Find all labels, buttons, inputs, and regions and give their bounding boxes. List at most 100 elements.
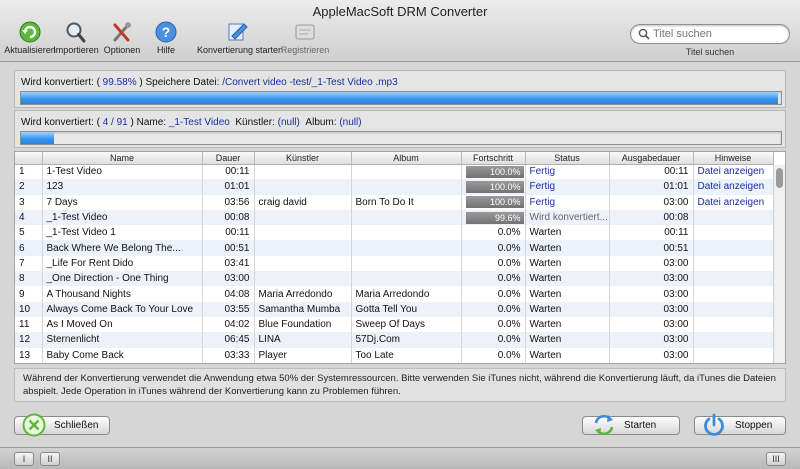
show-file-link[interactable]: Datei anzeigen <box>693 179 774 195</box>
start-button[interactable]: Starten <box>582 414 680 436</box>
file-progress-prefix: Wird konvertiert: ( <box>21 77 100 88</box>
total-progress-name-label: ) Name: <box>127 117 169 128</box>
total-progress-album: (null) <box>339 117 362 128</box>
total-progress-name: _1-Test Video <box>168 117 230 128</box>
progress-indicator: 100.0% <box>465 165 524 178</box>
total-progress-panel: Wird konvertiert: ( 4 / 91 ) Name: _1-Te… <box>14 110 786 148</box>
table-row[interactable]: 6 Back Where We Belong The... 00:51 0.0% War… <box>15 240 774 256</box>
help-icon: ? <box>155 21 177 43</box>
cell-output: 03:00 <box>609 332 694 348</box>
cell-num: 10 <box>15 301 43 317</box>
table-row[interactable]: 11 As I Moved On 04:02 Blue Foundation Sweep… <box>15 316 774 333</box>
cell-album <box>351 209 462 226</box>
cell-num: 4 <box>15 209 43 226</box>
table-row[interactable]: 9A Thousand Nights 04:08 Maria Arredondo Ma… <box>15 286 774 302</box>
cell-num: 11 <box>15 316 43 333</box>
status-button-3[interactable]: III <box>766 452 786 466</box>
column-header-status[interactable]: Status <box>525 152 610 165</box>
cell-status: Warten <box>525 332 610 348</box>
column-header-progress[interactable]: Fortschritt <box>461 152 526 165</box>
cell-name: 7 Days <box>42 194 203 210</box>
show-file-link[interactable]: Datei anzeigen <box>693 164 774 180</box>
column-header-notes[interactable]: Hinweise <box>693 152 774 165</box>
cell-note <box>693 332 774 348</box>
table-row[interactable]: 5 _1-Test Video 1 00:11 0.0% Warten 00:11 <box>15 225 774 241</box>
column-header-output-duration[interactable]: Ausgabedauer <box>609 152 694 165</box>
cell-artist: LINA <box>254 332 352 348</box>
cell-num: 8 <box>15 271 43 287</box>
stop-button[interactable]: Stoppen <box>694 413 786 436</box>
search-field[interactable] <box>630 24 790 44</box>
table-row[interactable]: 1 1-Test Video 00:11 100.0% Fertig 00:11 Datei… <box>15 164 774 180</box>
cell-progress: 99.6% <box>461 209 526 226</box>
cell-duration: 00:08 <box>202 209 255 226</box>
cell-duration: 00:11 <box>202 225 255 241</box>
cell-progress: 0.0% <box>461 271 526 287</box>
stop-label: Stoppen <box>735 420 773 431</box>
cell-duration: 00:51 <box>202 240 255 256</box>
cell-num: 3 <box>15 194 43 210</box>
cell-num: 13 <box>15 347 43 363</box>
cell-note <box>693 209 774 226</box>
toolbar: AppleMacSoft DRM Converter Aktualisieren… <box>0 0 800 62</box>
file-progress-bar <box>20 91 782 105</box>
cell-album: Born To Do It <box>351 194 462 210</box>
cell-output: 01:01 <box>609 179 694 195</box>
column-header-artist[interactable]: Künstler <box>254 152 352 165</box>
tools-icon <box>113 22 131 42</box>
table-row[interactable]: 2 123 01:01 100.0% Fertig 01:01 Datei anzeigen <box>15 179 774 195</box>
table-row[interactable]: 10 Always Come Back To Your Love 03:55 Sama… <box>15 301 774 317</box>
help-button[interactable]: ? Hilfe <box>136 20 196 55</box>
cell-note <box>693 225 774 241</box>
show-file-link[interactable]: Datei anzeigen <box>693 194 774 210</box>
table-row[interactable]: 13 Baby Come Back 03:33 Player Too Late 0.0% W… <box>15 347 774 363</box>
cell-artist <box>254 179 352 195</box>
table-row[interactable]: 8 _One Direction - One Thing 03:00 0.0% Wart… <box>15 271 774 287</box>
cell-duration: 06:45 <box>202 332 255 348</box>
cell-progress: 0.0% <box>461 301 526 317</box>
cell-num: 5 <box>15 225 43 241</box>
status-button-2[interactable]: II <box>40 452 60 466</box>
cell-artist: Player <box>254 347 352 363</box>
cell-artist: craig david <box>254 194 352 210</box>
cell-duration: 01:01 <box>202 179 255 195</box>
cell-album: Gotta Tell You <box>351 301 462 317</box>
start-conversion-button[interactable]: Konvertierung starten <box>197 20 283 55</box>
cell-output: 00:11 <box>609 225 694 241</box>
column-header-number[interactable] <box>15 152 43 165</box>
cell-output: 03:00 <box>609 255 694 272</box>
search-input[interactable] <box>653 27 783 41</box>
cell-note <box>693 240 774 256</box>
column-header-duration[interactable]: Dauer <box>202 152 255 165</box>
cell-name: Baby Come Back <box>42 347 203 363</box>
progress-indicator: 100.0% <box>465 196 524 209</box>
cell-output: 03:00 <box>609 271 694 287</box>
column-header-album[interactable]: Album <box>351 152 462 165</box>
cell-output: 00:51 <box>609 240 694 256</box>
table-row[interactable]: 7 _Life For Rent Dido 03:41 0.0% Warten 03:00 <box>15 255 774 272</box>
cell-progress: 100.0% <box>461 194 526 210</box>
cell-artist <box>254 209 352 226</box>
column-header-name[interactable]: Name <box>42 152 203 165</box>
cell-duration: 03:41 <box>202 255 255 272</box>
cell-artist <box>254 164 352 180</box>
status-button-1[interactable]: I <box>14 452 34 466</box>
cell-duration: 03:00 <box>202 271 255 287</box>
refresh-icon <box>19 21 41 43</box>
close-button[interactable]: Schließen <box>14 413 110 437</box>
cell-output: 03:00 <box>609 347 694 363</box>
cell-name: _One Direction - One Thing <box>42 271 203 287</box>
cell-name: _Life For Rent Dido <box>42 255 203 272</box>
cell-note <box>693 255 774 272</box>
table-row[interactable]: 4 _1-Test Video 00:08 99.6% Wird konvertiert… <box>15 209 774 226</box>
cell-album: Too Late <box>351 347 462 363</box>
table-scrollbar[interactable] <box>773 165 785 363</box>
register-button[interactable]: Registrieren <box>275 20 335 55</box>
scrollbar-thumb[interactable] <box>776 168 783 188</box>
cell-album <box>351 179 462 195</box>
table-row[interactable]: 37 Days 03:56 craig david Born To Do It 100.… <box>15 194 774 210</box>
close-label: Schließen <box>54 420 99 431</box>
cell-duration: 04:02 <box>202 316 255 333</box>
table-row[interactable]: 12 Sternenlicht 06:45 LINA 57Dj.Com 0.0% Warte… <box>15 332 774 348</box>
cell-album <box>351 225 462 241</box>
